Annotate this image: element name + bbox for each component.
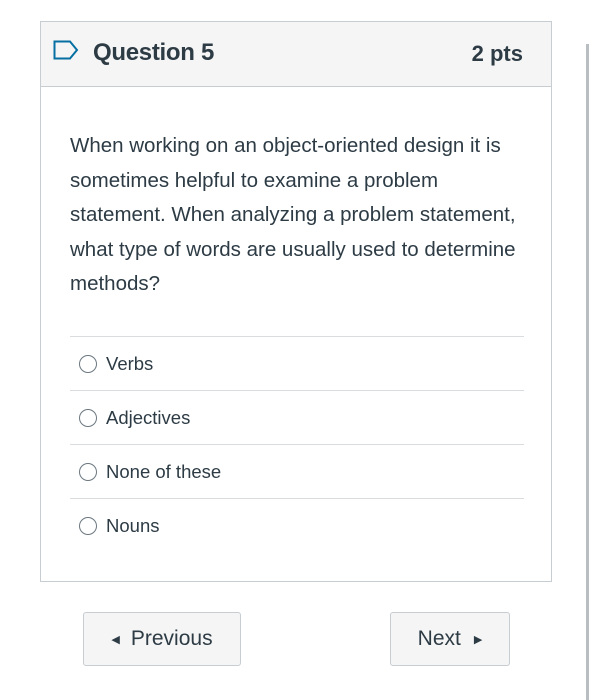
- answer-list: Verbs Adjectives None of these Nouns: [70, 336, 524, 553]
- radio-button[interactable]: [79, 408, 97, 427]
- next-button[interactable]: Next ▶: [390, 612, 510, 666]
- answer-option[interactable]: Adjectives: [70, 391, 524, 445]
- scrollbar[interactable]: [586, 44, 589, 700]
- previous-button[interactable]: ◀ Previous: [83, 612, 241, 666]
- flag-outline-icon[interactable]: [53, 40, 79, 60]
- answer-label: None of these: [106, 460, 222, 482]
- caret-right-icon: ▶: [473, 633, 483, 646]
- question-text: When working on an object-oriented desig…: [70, 134, 516, 295]
- next-button-label: Next: [417, 627, 461, 650]
- caret-left-icon: ◀: [111, 633, 120, 646]
- radio-button[interactable]: [79, 462, 97, 481]
- answer-option[interactable]: None of these: [70, 445, 524, 499]
- question-card: Question 5 2 pts When working on an obje…: [40, 21, 552, 582]
- previous-button-label: Previous: [130, 627, 213, 650]
- answer-label: Verbs: [106, 352, 154, 374]
- answer-option[interactable]: Nouns: [70, 499, 524, 553]
- answer-label: Nouns: [106, 515, 160, 536]
- radio-button[interactable]: [79, 517, 97, 535]
- question-points: 2 pts: [471, 41, 523, 66]
- question-title: Question 5: [93, 39, 215, 66]
- answer-label: Adjectives: [106, 406, 191, 428]
- radio-button[interactable]: [79, 354, 97, 373]
- quiz-page: Question 5 2 pts When working on an obje…: [0, 0, 595, 700]
- question-header: Question 5 2 pts: [41, 22, 551, 87]
- answer-option[interactable]: Verbs: [70, 337, 524, 391]
